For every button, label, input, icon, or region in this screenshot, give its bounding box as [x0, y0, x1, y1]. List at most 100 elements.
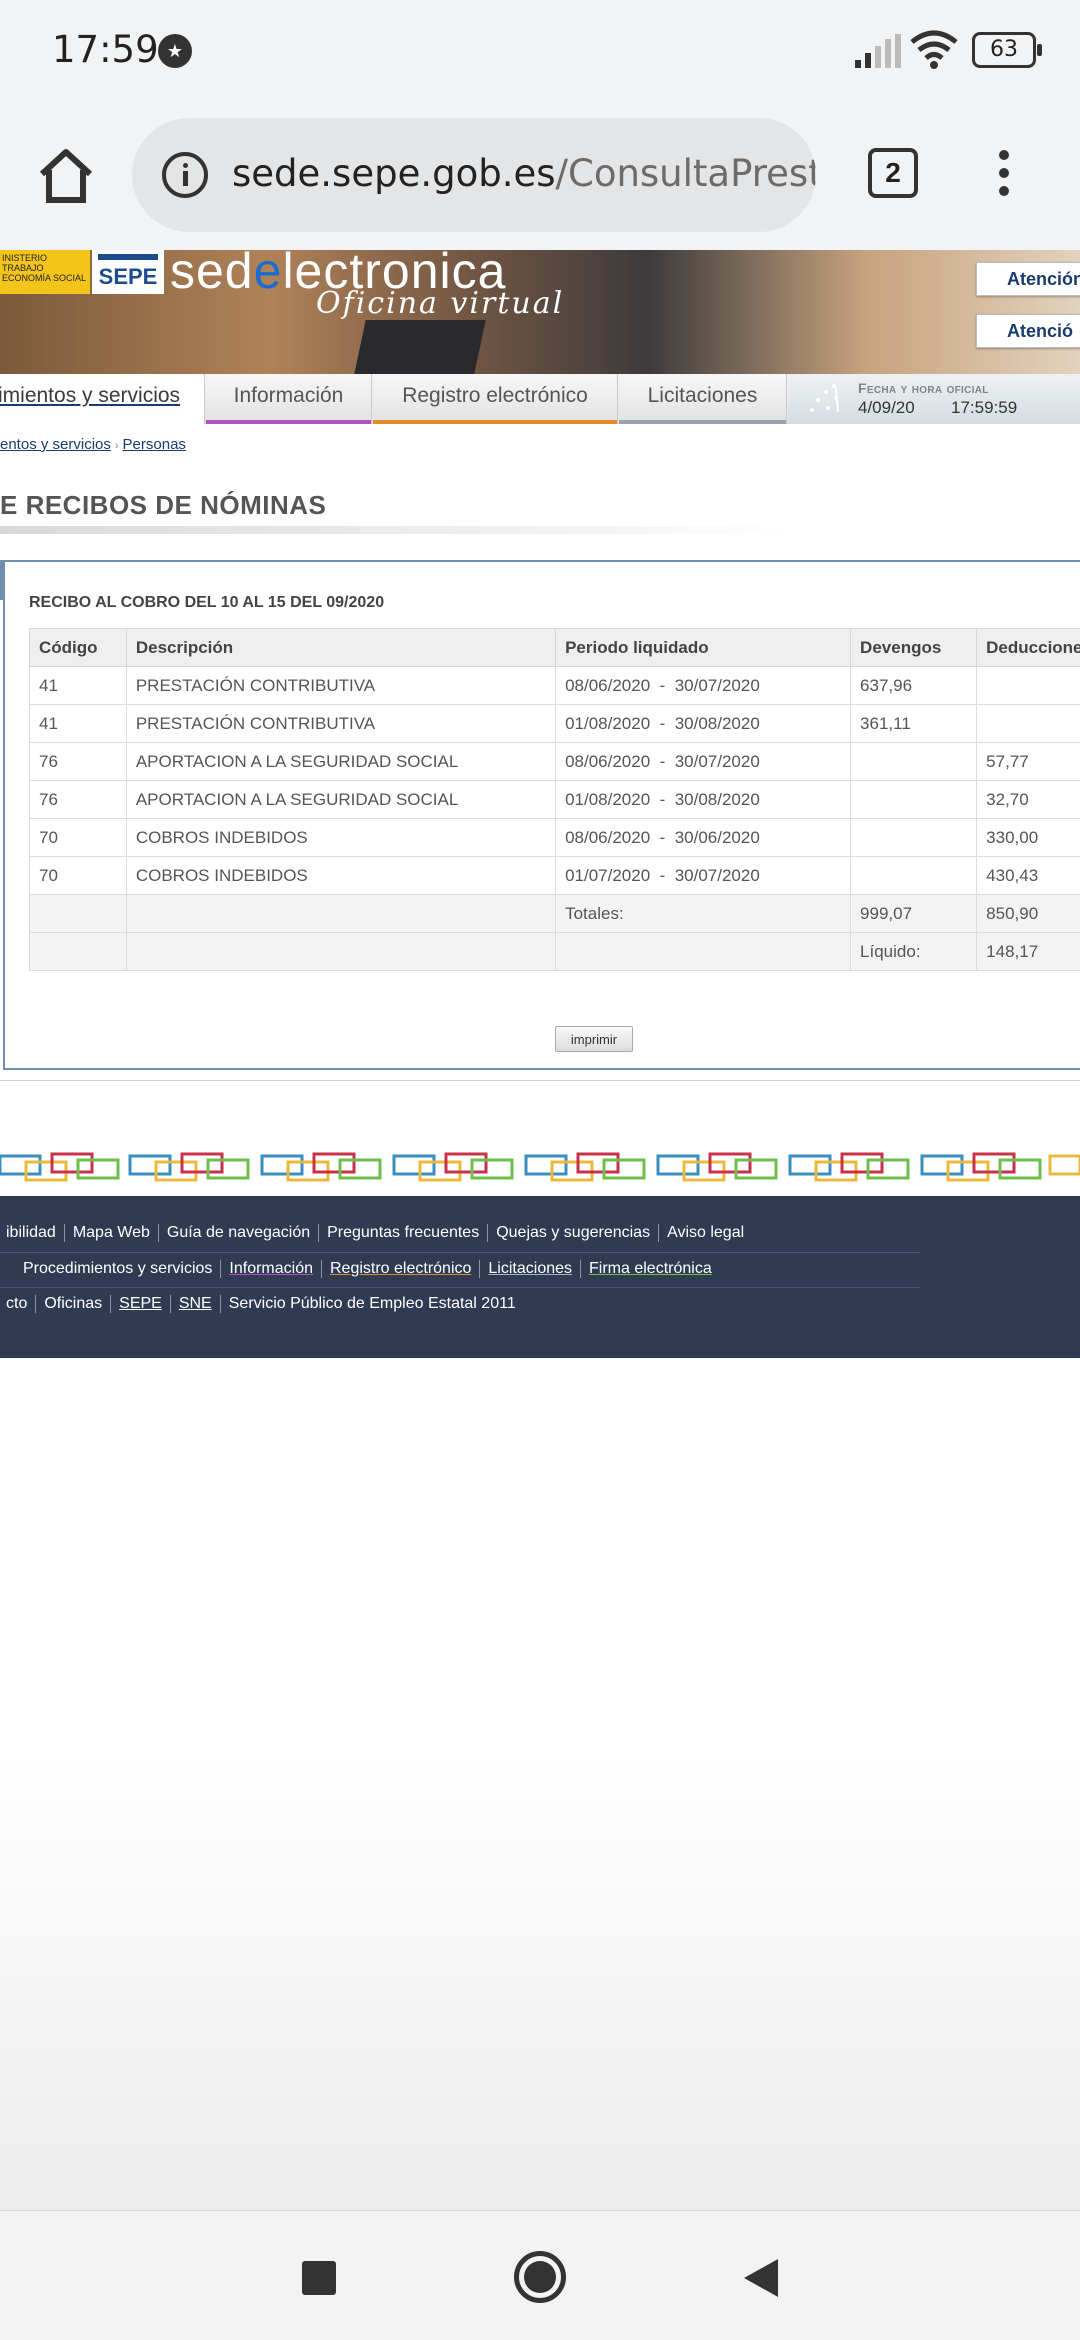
footer-link-accesibilidad[interactable]: ibilidad [0, 1224, 65, 1242]
tab-procedimientos-label: imientos y servicios [0, 384, 181, 407]
cell-devengos [850, 780, 978, 819]
cell-devengos: 637,96 [850, 666, 978, 705]
cell-codigo: 70 [29, 818, 127, 857]
footer-link-guia[interactable]: Guía de navegación [159, 1224, 320, 1242]
footer-link-preguntas[interactable]: Preguntas frecuentes [319, 1224, 489, 1242]
circle-home-icon[interactable] [514, 2251, 566, 2303]
footer-divider [0, 1252, 920, 1253]
tab-informacion[interactable]: Información [206, 374, 372, 424]
table-row: 41 PRESTACIÓN CONTRIBUTIVA 01/08/2020 - … [29, 704, 1080, 743]
footer-link-oficinas[interactable]: Oficinas [36, 1295, 112, 1313]
footer-link-informacion[interactable]: Información [221, 1260, 322, 1278]
footer-link-registro[interactable]: Registro electrónico [322, 1260, 481, 1278]
column-header-deducciones: Deducciones [976, 628, 1080, 667]
footer-link-contacto[interactable]: cto [0, 1295, 37, 1313]
status-time: 17:59 [52, 28, 159, 71]
sepe-logo[interactable]: SEPE [92, 250, 164, 294]
tab-procedimientos[interactable]: imientos y servicios [0, 374, 205, 424]
breadcrumb-personas[interactable]: Personas [123, 436, 186, 453]
footer-link-firma[interactable]: Firma electrónica [581, 1260, 720, 1278]
cell-codigo: 41 [29, 704, 127, 743]
table-row: 76 APORTACION A LA SEGURIDAD SOCIAL 08/0… [29, 742, 1080, 781]
square-recents-icon[interactable] [302, 2261, 336, 2295]
banner-subtitle: Oficina virtual [316, 286, 565, 321]
site-footer: ibilidad Mapa Web Guía de navegación Pregun… [0, 1196, 1080, 1358]
ministry-logo: INISTERIO TRABAJO ECONOMÍA SOCIAL [0, 250, 90, 294]
cell-periodo: 01/07/2020 - 30/07/2020 [555, 856, 852, 895]
tab-licitaciones[interactable]: Licitaciones [619, 374, 787, 424]
cell-descripcion: APORTACION A LA SEGURIDAD SOCIAL [125, 742, 557, 781]
footer-copyright: Servicio Público de Empleo Estatal 2011 [228, 1295, 516, 1312]
breadcrumb-procedimientos[interactable]: entos y servicios [0, 436, 111, 453]
clock-label: Fecha y hora oficial [858, 380, 989, 396]
tab-switcher-button[interactable]: 2 [868, 148, 918, 198]
clock-time: 17:59:59 [951, 398, 1018, 417]
footer-link-aviso-legal[interactable]: Aviso legal [659, 1224, 752, 1242]
breadcrumb: entos y servicios › Personas [0, 436, 186, 453]
footer-link-sne[interactable]: SNE [171, 1295, 221, 1313]
footer-link-sepe[interactable]: SEPE [111, 1295, 171, 1313]
cell-deducciones [976, 704, 1080, 743]
home-icon[interactable] [34, 144, 98, 208]
tab-licitaciones-label: Licitaciones [647, 384, 758, 407]
cell-devengos [850, 856, 978, 895]
footer-link-licitaciones[interactable]: Licitaciones [480, 1260, 582, 1278]
receipt-title: RECIBO AL COBRO DEL 10 AL 15 DEL 09/2020 [29, 594, 385, 611]
page-title: E RECIBOS DE NÓMINAS [0, 490, 327, 520]
more-options-icon[interactable] [994, 150, 1014, 204]
info-icon[interactable] [162, 152, 208, 198]
footer-link-procedimientos[interactable]: Procedimientos y servicios [15, 1260, 222, 1278]
cell-deducciones: 430,43 [976, 856, 1080, 895]
liquido-value: 148,17 [976, 932, 1080, 971]
atencion-button-2[interactable]: Atenció [976, 314, 1080, 348]
cell-deducciones: 32,70 [976, 780, 1080, 819]
cell-deducciones: 330,00 [976, 818, 1080, 857]
footer-row-2: Procedimientos y servicios Información Reg… [0, 1260, 720, 1278]
liquido-row: Líquido: 148,17 [29, 932, 1080, 971]
column-header-descripcion: Descripción [125, 628, 557, 667]
cell-descripcion: PRESTACIÓN CONTRIBUTIVA [125, 704, 557, 743]
cell-periodo: 01/08/2020 - 30/08/2020 [555, 780, 852, 819]
title-divider [0, 526, 790, 534]
cell-descripcion: COBROS INDEBIDOS [125, 818, 557, 857]
print-button[interactable]: imprimir [555, 1026, 633, 1052]
totals-row: Totales: 999,07 850,90 [29, 894, 1080, 933]
footer-link-quejas[interactable]: Quejas y sugerencias [488, 1224, 660, 1242]
cell-deducciones [976, 666, 1080, 705]
tab-registro[interactable]: Registro electrónico [373, 374, 618, 424]
liquido-label: Líquido: [850, 932, 978, 971]
column-header-periodo: Periodo liquidado [555, 628, 852, 667]
content-divider [0, 1080, 1080, 1081]
tab-licitaciones-underline [619, 420, 786, 424]
table-row: 70 COBROS INDEBIDOS 01/07/2020 - 30/07/2… [29, 856, 1080, 895]
site-banner: INISTERIO TRABAJO ECONOMÍA SOCIAL SEPE s… [0, 250, 1080, 374]
footer-link-mapa-web[interactable]: Mapa Web [65, 1224, 159, 1242]
footer-divider [0, 1287, 920, 1288]
address-bar[interactable]: sede.sepe.gob.es/ConsultaPrestac [132, 118, 816, 232]
table-row: 70 COBROS INDEBIDOS 08/06/2020 - 30/06/2… [29, 818, 1080, 857]
cell-codigo: 76 [29, 780, 127, 819]
battery-indicator: 63 [972, 32, 1042, 68]
cell-empty [125, 932, 557, 971]
sparkle-icon [810, 384, 839, 413]
table-header-row: Código Descripción Periodo liquidado Dev… [29, 628, 1080, 667]
column-header-devengos: Devengos [850, 628, 978, 667]
cell-empty [125, 894, 557, 933]
table-row: 76 APORTACION A LA SEGURIDAD SOCIAL 01/0… [29, 780, 1080, 819]
panel-edge [0, 560, 4, 600]
atencion-button-1[interactable]: Atención [976, 262, 1080, 296]
cell-periodo: 08/06/2020 - 30/07/2020 [555, 666, 852, 705]
cell-descripcion: APORTACION A LA SEGURIDAD SOCIAL [125, 780, 557, 819]
cell-periodo: 01/08/2020 - 30/08/2020 [555, 704, 852, 743]
star-circle-icon: ★ [158, 34, 192, 68]
wifi-icon [910, 30, 958, 69]
brand-text-e: e [253, 250, 283, 299]
tab-informacion-label: Información [233, 384, 344, 407]
tab-informacion-underline [206, 420, 371, 424]
status-bar: 17:59 ★ 63 [0, 0, 1080, 104]
triangle-back-icon[interactable] [744, 2259, 778, 2297]
url-domain: sede.sepe.gob.es [232, 152, 556, 195]
url-text[interactable]: sede.sepe.gob.es/ConsultaPrestac [232, 152, 816, 195]
url-path: /ConsultaPrestac [555, 152, 816, 195]
official-clock: Fecha y hora oficial 4/09/20 17:59:59 [788, 374, 1080, 424]
